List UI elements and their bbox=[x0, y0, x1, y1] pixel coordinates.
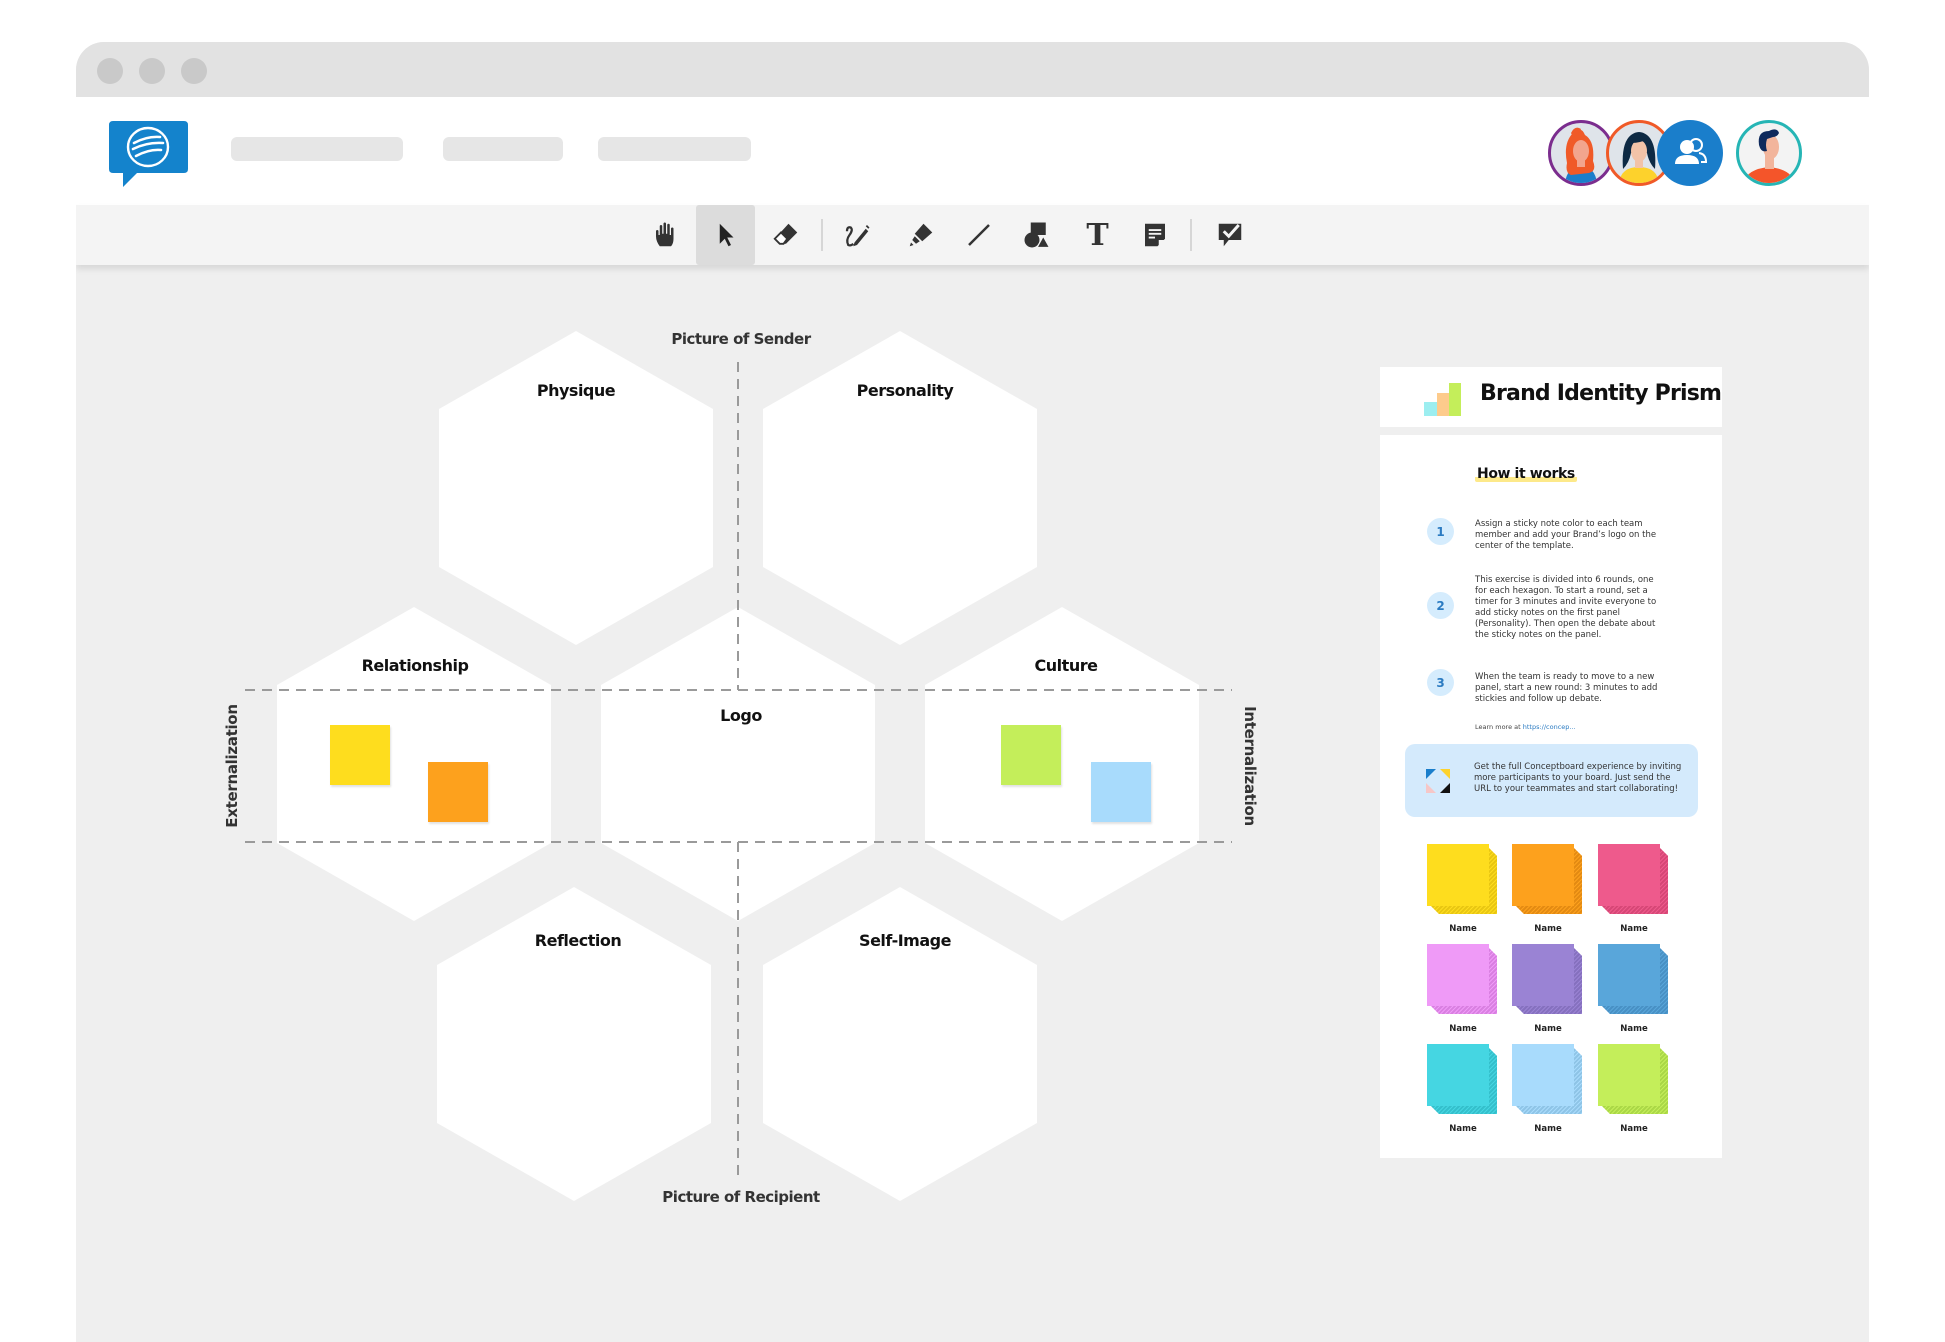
learn-more-link[interactable]: https://concep... bbox=[1523, 723, 1576, 731]
axis-label-right: Internalization bbox=[1241, 706, 1259, 826]
tool-marker[interactable] bbox=[891, 205, 950, 265]
bar-chart-icon bbox=[1424, 383, 1461, 416]
sticky-stack-swatch[interactable] bbox=[1512, 1044, 1584, 1116]
toolbar-separator bbox=[821, 219, 823, 251]
tool-review[interactable] bbox=[1200, 205, 1259, 265]
toolbar-separator bbox=[1190, 219, 1192, 251]
tool-select[interactable] bbox=[696, 205, 755, 265]
text-icon: T bbox=[1086, 217, 1109, 253]
step-text-3: When the team is ready to move to a new … bbox=[1475, 672, 1658, 704]
swatch-name-label[interactable]: Name bbox=[1512, 924, 1584, 934]
sticky-note-icon bbox=[1144, 223, 1165, 247]
invite-info-box: Get the full Conceptboard experience by … bbox=[1405, 744, 1698, 817]
whiteboard-canvas[interactable]: Picture of Sender Picture of Recipient E… bbox=[0, 0, 1945, 1297]
sticky-stack-swatch[interactable] bbox=[1512, 844, 1584, 916]
axis-label-left: Externalization bbox=[223, 704, 241, 828]
pointer-icon bbox=[719, 223, 733, 247]
line-icon bbox=[967, 224, 990, 246]
participants-group-button[interactable] bbox=[1657, 120, 1723, 186]
sticky-stack-face bbox=[1512, 1044, 1574, 1106]
sticky-note[interactable] bbox=[1091, 762, 1151, 822]
sticky-note[interactable] bbox=[1001, 725, 1061, 785]
hand-icon bbox=[655, 222, 673, 247]
instructions-card[interactable]: How it works 1 Assign a sticky note colo… bbox=[1380, 435, 1722, 1158]
sticky-stack-face bbox=[1598, 944, 1660, 1006]
sticky-stack-face bbox=[1427, 944, 1489, 1006]
tool-line[interactable] bbox=[949, 205, 1008, 265]
tool-text[interactable]: T bbox=[1068, 205, 1127, 265]
swatch-name-label[interactable]: Name bbox=[1427, 1024, 1499, 1034]
step-number-1: 1 bbox=[1427, 518, 1454, 545]
sticky-stack-swatch[interactable] bbox=[1427, 844, 1499, 916]
sticky-stack-face bbox=[1512, 944, 1574, 1006]
tool-shapes[interactable] bbox=[1007, 205, 1066, 265]
hex-label-relationship: Relationship bbox=[361, 656, 469, 675]
template-title-card[interactable]: Brand Identity Prism bbox=[1380, 367, 1722, 427]
sticky-stack-face bbox=[1427, 1044, 1489, 1106]
hexagon-personality[interactable] bbox=[763, 331, 1037, 645]
users-group-icon bbox=[1675, 138, 1708, 164]
hex-label-reflection: Reflection bbox=[534, 931, 622, 950]
sticky-stack-swatch[interactable] bbox=[1427, 944, 1499, 1016]
swatch-name-label[interactable]: Name bbox=[1598, 924, 1670, 934]
tool-eraser[interactable] bbox=[756, 205, 815, 265]
how-it-works-heading: How it works bbox=[1475, 466, 1577, 482]
swatch-name-label[interactable]: Name bbox=[1427, 1124, 1499, 1134]
hexagon-physique[interactable] bbox=[439, 331, 713, 645]
sticky-stack-face bbox=[1598, 1044, 1660, 1106]
hex-label-culture: Culture bbox=[1034, 656, 1098, 675]
tool-sticky-note[interactable] bbox=[1125, 205, 1184, 265]
pen-icon bbox=[845, 225, 869, 247]
comment-check-icon bbox=[1218, 223, 1241, 247]
sticky-note[interactable] bbox=[428, 762, 488, 822]
sticky-stack-swatch[interactable] bbox=[1598, 1044, 1670, 1116]
learn-more-text: Learn more at https://concep... bbox=[1475, 723, 1576, 731]
step-text-2: This exercise is divided into 6 rounds, … bbox=[1475, 575, 1657, 640]
template-title: Brand Identity Prism bbox=[1480, 381, 1722, 406]
swatch-name-label[interactable]: Name bbox=[1598, 1124, 1670, 1134]
hexagon-relationship[interactable] bbox=[277, 607, 551, 921]
sticky-note[interactable] bbox=[330, 725, 390, 785]
swatch-name-label[interactable]: Name bbox=[1512, 1124, 1584, 1134]
participant-avatar-1[interactable] bbox=[1548, 120, 1614, 186]
drawing-toolbar: T bbox=[76, 205, 1869, 265]
hex-label-personality: Personality bbox=[856, 381, 954, 400]
hexagon-culture[interactable] bbox=[925, 607, 1199, 921]
tool-hand[interactable] bbox=[636, 205, 695, 265]
step-number-3: 3 bbox=[1427, 669, 1454, 696]
sticky-stack-swatch[interactable] bbox=[1598, 944, 1670, 1016]
step-text-1: Assign a sticky note color to each team … bbox=[1475, 519, 1657, 551]
hex-label-self-image: Self-Image bbox=[859, 931, 951, 950]
swatch-name-label[interactable]: Name bbox=[1512, 1024, 1584, 1034]
learn-more-prefix: Learn more at bbox=[1475, 723, 1523, 731]
sticky-stack-swatch[interactable] bbox=[1512, 944, 1584, 1016]
sticky-stack-face bbox=[1427, 844, 1489, 906]
sticky-stack-face bbox=[1598, 844, 1660, 906]
swatch-name-label[interactable]: Name bbox=[1598, 1024, 1670, 1034]
sticky-stack-swatch[interactable] bbox=[1598, 844, 1670, 916]
eraser-icon bbox=[772, 223, 797, 245]
sticky-stack-swatch[interactable] bbox=[1427, 1044, 1499, 1116]
hex-label-physique: Physique bbox=[536, 381, 616, 400]
axis-label-bottom: Picture of Recipient bbox=[662, 1188, 820, 1206]
invite-info-text: Get the full Conceptboard experience by … bbox=[1474, 762, 1682, 794]
marker-icon bbox=[909, 223, 932, 247]
conceptboard-mark-icon bbox=[1426, 769, 1450, 793]
step-number-2: 2 bbox=[1427, 592, 1454, 619]
avatar-woman-red-hair-icon bbox=[1565, 127, 1597, 183]
axis-label-top: Picture of Sender bbox=[671, 330, 811, 348]
shapes-icon bbox=[1024, 222, 1051, 249]
sticky-stack-face bbox=[1512, 844, 1574, 906]
tool-pen[interactable] bbox=[827, 205, 886, 265]
swatch-name-label[interactable]: Name bbox=[1427, 924, 1499, 934]
hex-label-logo: Logo bbox=[720, 706, 762, 725]
